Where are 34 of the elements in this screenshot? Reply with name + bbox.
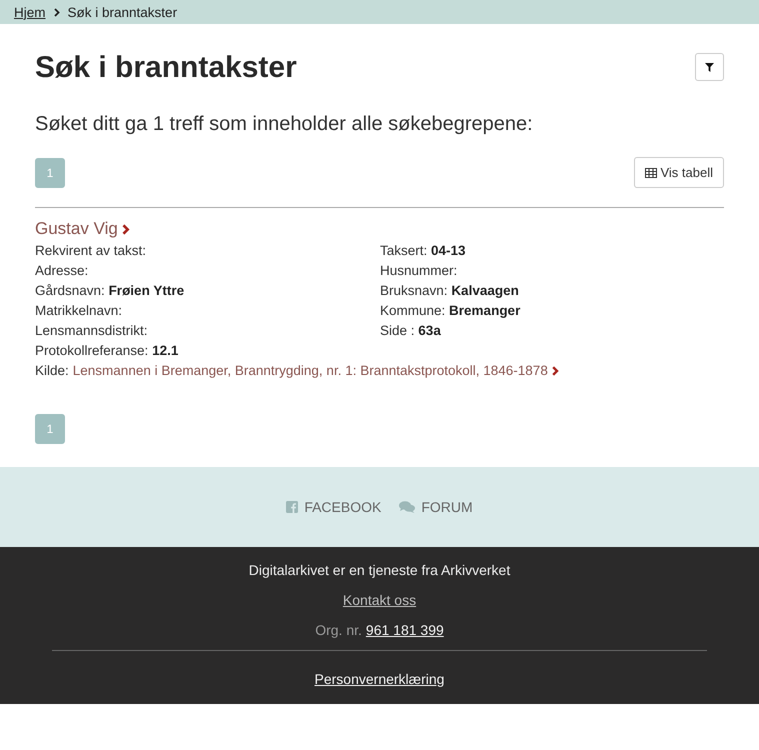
social-link[interactable]: FORUM [399,499,473,515]
field-text: Protokollreferanse: 12.1 [35,342,180,360]
field-text: Gårdsnavn: Frøien Yttre [35,282,186,300]
field-text: Husnummer: [380,262,458,280]
chevron-icon [54,8,60,16]
field-text: Kommune: Bremanger [380,302,522,320]
view-table-button[interactable]: Vis tabell [634,157,724,188]
field-text: Taksert: 04-13 [380,242,467,260]
facebook-icon [286,501,298,513]
social-link[interactable]: FACEBOOK [286,499,382,515]
breadcrumb-link[interactable]: Hjem [14,4,46,20]
org-number-link[interactable]: 961 181 399 [366,619,444,641]
chevron-icon [552,366,559,376]
field-text: Bruksnavn: Kalvaagen [380,282,520,300]
chevron-icon [122,224,130,234]
contact-link[interactable]: Kontakt oss [342,589,416,611]
privacy-link[interactable]: Personvernerklæring [314,668,444,690]
source-link[interactable]: Lensmannen i Bremanger, Branntrygding, nr. 1: Branntakstprotokoll, 1846-1878 [72,361,548,381]
result-name-link[interactable]: Gustav Vig [35,217,118,241]
field-text: Matrikkelnavn: [35,302,124,320]
table-icon [645,168,658,178]
source-label: Kilde: [35,362,69,380]
filter-button[interactable] [695,53,724,81]
footer-text: Digitalarkivet er en tjeneste fra Arkivverket [248,561,512,580]
org-label: Org. nr. [315,621,362,640]
speech-bubbles-icon [399,501,416,513]
field-text: Rekvirent av takst: [35,242,148,260]
breadcrumb-current: Søk i branntakster [68,4,178,20]
page-title: Søk i branntakster [35,50,297,86]
field-text: Lensmannsdistrikt: [35,322,149,340]
result-summary: Søket ditt ga 1 treff som inneholder alle søkebegrepene: [35,112,534,137]
field-text: Adresse: [35,262,90,280]
filter-icon [705,62,714,72]
field-text: Side : 63a [380,322,442,340]
